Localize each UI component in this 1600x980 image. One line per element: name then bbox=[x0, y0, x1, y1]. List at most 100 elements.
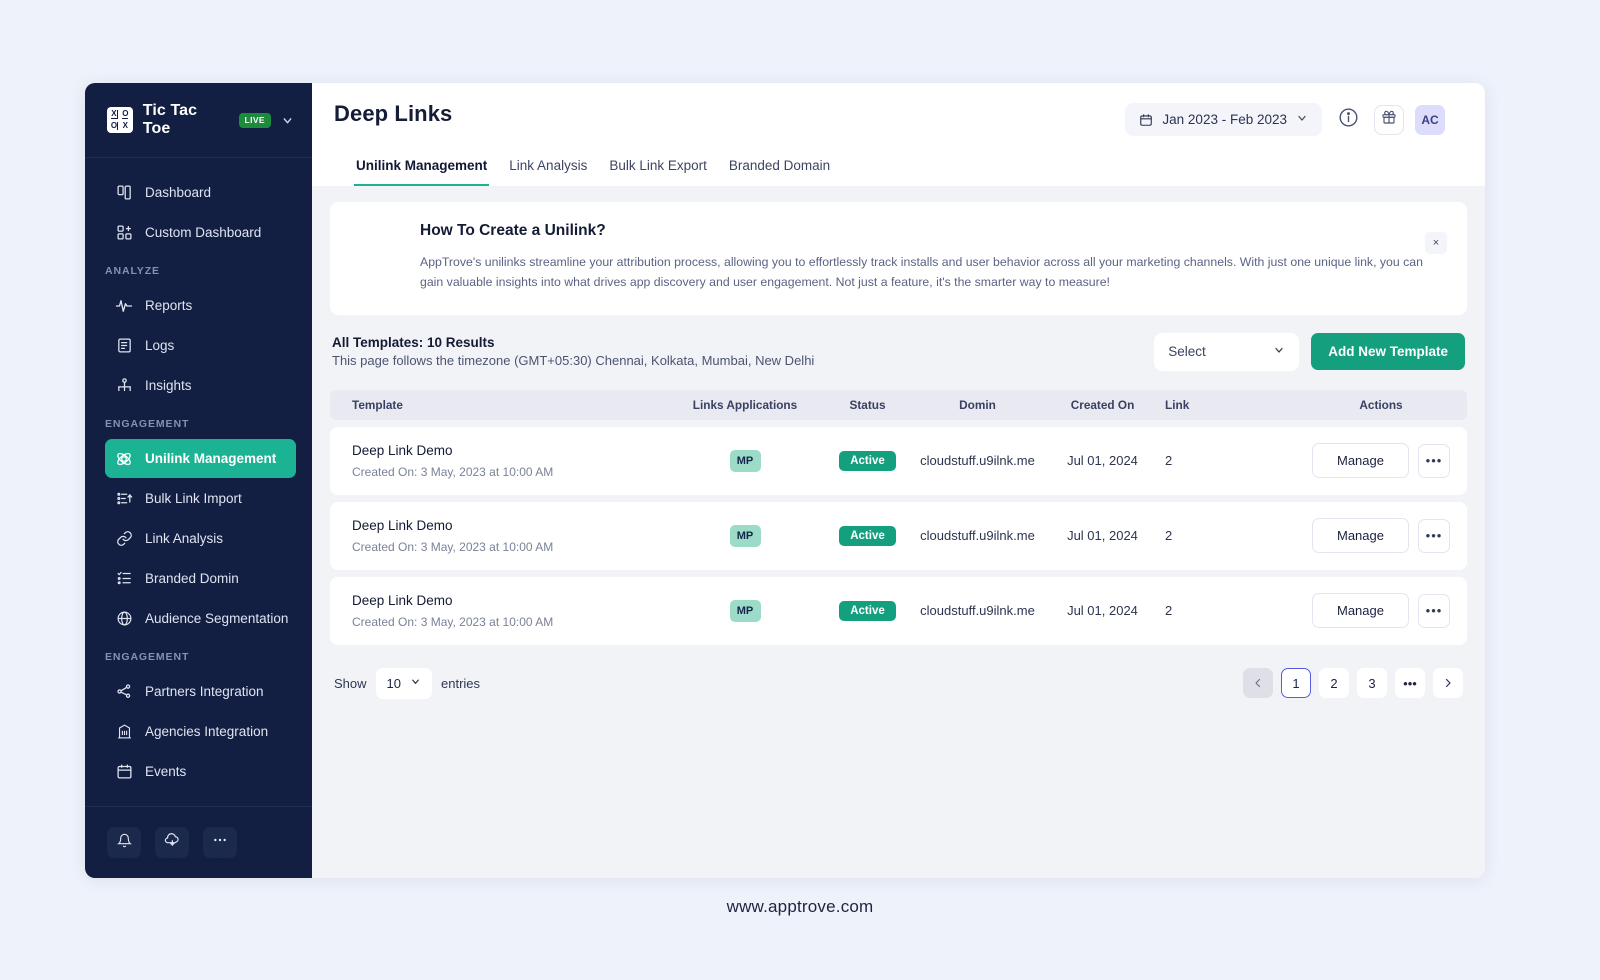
cell-template: Deep Link Demo Created On: 3 May, 2023 a… bbox=[330, 426, 670, 495]
logo-cell-2: O bbox=[122, 109, 129, 119]
unilink-icon bbox=[115, 450, 133, 468]
tab-link-analysis[interactable]: Link Analysis bbox=[507, 150, 589, 186]
sidebar-item-partners-integration[interactable]: Partners Integration bbox=[105, 672, 296, 711]
close-icon[interactable]: × bbox=[1425, 232, 1447, 254]
info-button[interactable] bbox=[1333, 105, 1363, 135]
more-options-button[interactable] bbox=[203, 827, 237, 858]
template-name: Deep Link Demo bbox=[352, 517, 453, 533]
sidebar-item-reports[interactable]: Reports bbox=[105, 286, 296, 325]
template-created-sub: Created On: 3 May, 2023 at 10:00 AM bbox=[352, 464, 554, 479]
sidebar-item-link-analysis[interactable]: Link Analysis bbox=[105, 519, 296, 558]
sidebar-item-label: Custom Dashboard bbox=[145, 225, 262, 240]
table-header-row: Template Links Applications Status Domin… bbox=[330, 389, 1467, 420]
gift-button[interactable] bbox=[1374, 104, 1404, 135]
sidebar-item-label: Dashboard bbox=[145, 185, 212, 200]
sidebar-item-bulk-link-import[interactable]: Bulk Link Import bbox=[105, 479, 296, 518]
sidebar-item-agencies-integration[interactable]: Agencies Integration bbox=[105, 712, 296, 751]
date-range-value: Jan 2023 - Feb 2023 bbox=[1162, 112, 1287, 127]
tab-bulk-link-export[interactable]: Bulk Link Export bbox=[607, 150, 709, 186]
calendar-icon bbox=[1139, 113, 1153, 127]
cloud-download-button[interactable] bbox=[155, 827, 189, 858]
chevron-down-icon bbox=[410, 676, 421, 690]
results-count: All Templates: 10 Results bbox=[332, 335, 495, 351]
topbar: Deep Links Jan 2023 - Feb 2023 AC Unilin… bbox=[312, 83, 1485, 186]
cell-link-count: 2 bbox=[1165, 426, 1295, 495]
how-to-banner: How To Create a Unilink? AppTrove's unil… bbox=[330, 202, 1467, 315]
sidebar-item-custom-dashboard[interactable]: Custom Dashboard bbox=[105, 213, 296, 252]
pagination-ellipsis[interactable]: ••• bbox=[1395, 668, 1425, 699]
template-created-sub: Created On: 3 May, 2023 at 10:00 AM bbox=[352, 614, 554, 629]
col-template: Template bbox=[330, 389, 670, 420]
table-row[interactable]: Deep Link Demo Created On: 3 May, 2023 a… bbox=[330, 426, 1467, 495]
sidebar-item-dashboard[interactable]: Dashboard bbox=[105, 173, 296, 212]
sidebar-item-label: Logs bbox=[145, 338, 175, 353]
cell-domin: cloudstuff.u9ilnk.me bbox=[915, 576, 1040, 645]
template-name: Deep Link Demo bbox=[352, 592, 453, 608]
banner-title: How To Create a Unilink? bbox=[420, 222, 606, 239]
content-area: How To Create a Unilink? AppTrove's unil… bbox=[312, 186, 1485, 878]
banner-body: AppTrove's unilinks streamline your attr… bbox=[420, 255, 1423, 290]
cell-links-applications: MP bbox=[670, 426, 820, 495]
calendar-icon bbox=[115, 763, 133, 781]
sidebar-footer bbox=[85, 806, 312, 878]
app-chip: MP bbox=[729, 449, 761, 472]
cloud-download-icon bbox=[164, 832, 180, 853]
table-toolbar: All Templates: 10 Results This page foll… bbox=[332, 332, 1465, 371]
col-status: Status bbox=[820, 389, 915, 420]
cell-template: Deep Link Demo Created On: 3 May, 2023 a… bbox=[330, 501, 670, 570]
row-more-button[interactable]: ••• bbox=[1417, 593, 1450, 628]
sidebar-item-label: Events bbox=[145, 764, 187, 779]
cell-domin: cloudstuff.u9ilnk.me bbox=[915, 501, 1040, 570]
sidebar-item-unilink-management[interactable]: Unilink Management bbox=[105, 439, 296, 478]
sidebar-item-label: Insights bbox=[145, 378, 192, 393]
date-range-picker[interactable]: Jan 2023 - Feb 2023 bbox=[1125, 103, 1322, 136]
row-more-button[interactable]: ••• bbox=[1417, 518, 1450, 553]
sidebar-item-insights[interactable]: Insights bbox=[105, 366, 296, 405]
share-nodes-icon bbox=[115, 683, 133, 701]
tab-branded-domain[interactable]: Branded Domain bbox=[727, 150, 832, 186]
add-new-template-button[interactable]: Add New Template bbox=[1311, 333, 1465, 371]
tab-bar: Unilink Management Link Analysis Bulk Li… bbox=[334, 150, 1445, 186]
ellipsis-icon bbox=[212, 832, 228, 853]
filter-select-value: Select bbox=[1168, 344, 1206, 360]
avatar[interactable]: AC bbox=[1415, 104, 1445, 135]
table-row[interactable]: Deep Link Demo Created On: 3 May, 2023 a… bbox=[330, 501, 1467, 570]
manage-button[interactable]: Manage bbox=[1312, 518, 1409, 554]
pagination-next-button[interactable] bbox=[1433, 668, 1463, 699]
table-row[interactable]: Deep Link Demo Created On: 3 May, 2023 a… bbox=[330, 576, 1467, 645]
sidebar-item-label: Unilink Management bbox=[145, 451, 277, 466]
chevron-down-icon[interactable] bbox=[281, 114, 294, 127]
pagination-page-1[interactable]: 1 bbox=[1281, 668, 1311, 699]
entries-value: 10 bbox=[386, 675, 401, 691]
chevron-down-icon bbox=[1296, 112, 1308, 127]
sidebar-item-audience-segmentation[interactable]: Audience Segmentation bbox=[105, 599, 296, 638]
page-title: Deep Links bbox=[334, 101, 453, 126]
pagination-page-3[interactable]: 3 bbox=[1357, 668, 1387, 699]
sidebar-item-branded-domin[interactable]: Branded Domin bbox=[105, 559, 296, 598]
log-file-icon bbox=[115, 337, 133, 355]
cell-created-on: Jul 01, 2024 bbox=[1040, 501, 1165, 570]
sidebar-item-label: Link Analysis bbox=[145, 531, 224, 546]
pagination-page-2[interactable]: 2 bbox=[1319, 668, 1349, 699]
row-more-button[interactable]: ••• bbox=[1417, 443, 1450, 478]
notifications-button[interactable] bbox=[107, 827, 141, 858]
manage-button[interactable]: Manage bbox=[1312, 593, 1409, 629]
col-link: Link bbox=[1165, 389, 1295, 420]
table-head: Template Links Applications Status Domin… bbox=[330, 389, 1467, 420]
sidebar-item-events[interactable]: Events bbox=[105, 752, 296, 791]
pagination-prev-button[interactable] bbox=[1243, 668, 1273, 699]
manage-button[interactable]: Manage bbox=[1312, 443, 1409, 479]
cell-link-count: 2 bbox=[1165, 576, 1295, 645]
logo-cell-3: O bbox=[110, 120, 119, 130]
entries-per-page-select[interactable]: 10 bbox=[375, 667, 432, 699]
cell-template: Deep Link Demo Created On: 3 May, 2023 a… bbox=[330, 576, 670, 645]
tab-unilink-management[interactable]: Unilink Management bbox=[354, 150, 490, 186]
sidebar-item-label: Partners Integration bbox=[145, 684, 264, 699]
toolbar-actions: Select Add New Template bbox=[1154, 332, 1465, 371]
insights-icon bbox=[115, 377, 133, 395]
cell-link-count: 2 bbox=[1165, 501, 1295, 570]
sidebar-item-logs[interactable]: Logs bbox=[105, 326, 296, 365]
app-window: X O O X Tic Tac Toe LIVE Dashboard Custo… bbox=[85, 83, 1485, 878]
brand-switcher[interactable]: X O O X Tic Tac Toe LIVE bbox=[85, 83, 312, 158]
filter-select[interactable]: Select bbox=[1154, 332, 1300, 371]
